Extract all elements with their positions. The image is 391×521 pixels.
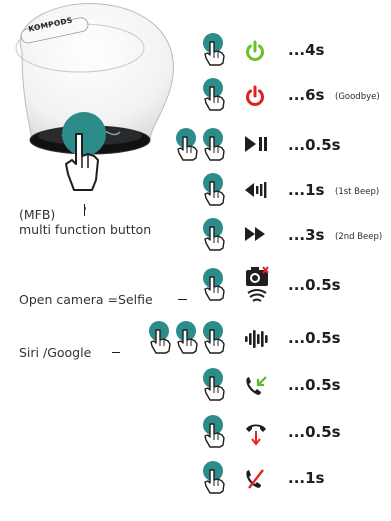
play-pause-icon <box>244 135 268 157</box>
tap-finger-icon <box>173 127 201 165</box>
press-duration: ...0.5s <box>288 423 341 441</box>
press-duration: ...3s <box>288 226 325 244</box>
previous-track-icon <box>244 180 268 204</box>
answer-call-icon <box>244 375 268 401</box>
tap-finger-icon <box>200 414 228 452</box>
camera-label: Open camera =Selfie <box>19 292 153 307</box>
press-duration: ...0.5s <box>288 329 341 347</box>
press-duration: ...0.5s <box>288 136 341 154</box>
mfb-abbreviation: (MFB) <box>19 207 56 222</box>
tap-finger-icon <box>200 217 228 255</box>
power-off-icon <box>244 85 266 111</box>
camera-dash <box>178 299 187 301</box>
tap-finger-icon <box>200 32 228 70</box>
press-duration: ...0.5s <box>288 276 341 294</box>
tap-finger-icon <box>200 77 228 115</box>
tap-finger-icon <box>200 127 228 165</box>
siri-label: Siri /Google <box>19 345 92 360</box>
press-duration: ...4s <box>288 41 325 59</box>
tap-finger-icon <box>200 320 228 358</box>
mfb-full-name: multi function button <box>19 222 152 237</box>
press-duration: ...1s <box>288 181 325 199</box>
hang-up-icon <box>244 420 268 450</box>
tap-finger-icon <box>173 320 201 358</box>
tap-finger-icon <box>200 172 228 210</box>
power-on-icon <box>244 40 266 66</box>
reject-call-icon <box>244 468 268 494</box>
tap-finger-icon <box>200 460 228 498</box>
voice-assistant-icon <box>244 328 270 354</box>
press-duration: ...6s <box>288 86 325 104</box>
mfb-pointer-line <box>84 204 86 216</box>
camera-icon <box>244 265 272 309</box>
tap-finger-icon <box>200 367 228 405</box>
press-duration: ...1s <box>288 469 325 487</box>
press-note: (2nd Beep) <box>335 232 383 242</box>
siri-dash <box>112 352 120 354</box>
press-note: (1st Beep) <box>335 187 380 197</box>
press-duration: ...0.5s <box>288 376 341 394</box>
press-note: (Goodbye) <box>335 92 380 102</box>
tap-finger-icon <box>200 267 228 305</box>
tap-finger-icon <box>146 320 174 358</box>
next-track-icon <box>244 225 268 247</box>
